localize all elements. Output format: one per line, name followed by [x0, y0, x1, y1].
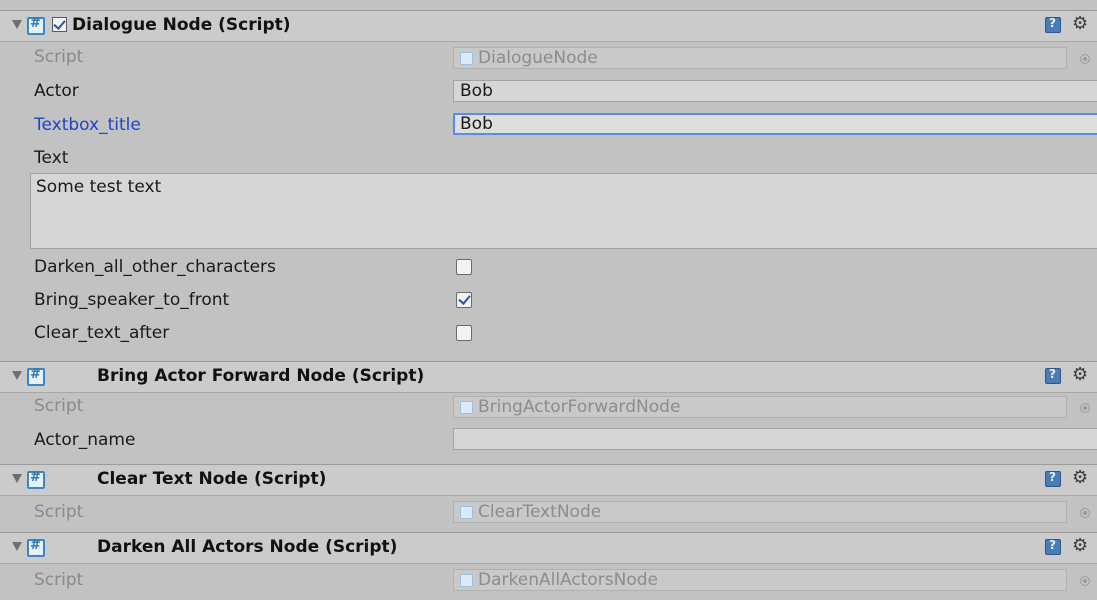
actor-name-label: Actor_name: [34, 430, 136, 450]
bring-speaker-to-front-label: Bring_speaker_to_front: [34, 290, 230, 310]
actor-name-input[interactable]: [453, 428, 1097, 450]
clear-text-after-label: Clear_text_after: [34, 323, 170, 343]
text-label: Text: [34, 148, 69, 168]
checkmark-icon: [53, 17, 66, 30]
actor-label: Actor: [34, 81, 79, 101]
foldout-arrow-icon[interactable]: [12, 542, 22, 551]
component-header-bring-actor-forward-node[interactable]: Bring Actor Forward Node (Script) ⚙: [0, 361, 1097, 393]
object-picker-icon[interactable]: [1080, 576, 1090, 586]
help-book-icon[interactable]: [1045, 538, 1061, 555]
script-object-field[interactable]: ClearTextNode: [453, 501, 1067, 523]
script-object-value: DialogueNode: [478, 48, 598, 68]
script-file-icon: [460, 506, 473, 519]
object-picker-icon[interactable]: [1080, 403, 1090, 413]
foldout-arrow-icon[interactable]: [12, 20, 22, 29]
component-title: Bring Actor Forward Node (Script): [97, 366, 425, 386]
component-enabled-checkbox[interactable]: [52, 17, 67, 32]
checkmark-icon: [458, 292, 471, 305]
script-file-icon: [460, 574, 473, 587]
help-book-icon[interactable]: [1045, 16, 1061, 33]
component-title: Dialogue Node (Script): [72, 15, 291, 35]
object-picker-icon[interactable]: [1080, 508, 1090, 518]
component-header-darken-all-actors-node[interactable]: Darken All Actors Node (Script) ⚙: [0, 532, 1097, 564]
script-label: Script: [34, 502, 84, 522]
darken-all-other-characters-label: Darken_all_other_characters: [34, 257, 276, 277]
foldout-arrow-icon[interactable]: [12, 474, 22, 483]
script-file-icon: [460, 52, 473, 65]
help-book-icon[interactable]: [1045, 470, 1061, 487]
csharp-script-icon: [27, 367, 45, 386]
script-object-value: ClearTextNode: [478, 502, 602, 522]
actor-input[interactable]: Bob: [453, 80, 1097, 102]
bring-speaker-to-front-checkbox[interactable]: [456, 292, 472, 308]
csharp-script-icon: [27, 470, 45, 489]
gear-icon[interactable]: ⚙: [1072, 467, 1088, 488]
gear-icon[interactable]: ⚙: [1072, 364, 1088, 385]
clear-text-after-checkbox[interactable]: [456, 325, 472, 341]
script-object-value: DarkenAllActorsNode: [478, 570, 659, 590]
component-title: Darken All Actors Node (Script): [97, 537, 398, 557]
script-object-field[interactable]: DarkenAllActorsNode: [453, 569, 1067, 591]
component-header-clear-text-node[interactable]: Clear Text Node (Script) ⚙: [0, 464, 1097, 496]
script-label: Script: [34, 396, 84, 416]
script-object-value: BringActorForwardNode: [478, 397, 681, 417]
script-object-field[interactable]: BringActorForwardNode: [453, 396, 1067, 418]
help-book-icon[interactable]: [1045, 367, 1061, 384]
text-area[interactable]: Some test text: [30, 173, 1097, 249]
csharp-script-icon: [27, 16, 45, 35]
component-title: Clear Text Node (Script): [97, 469, 327, 489]
script-label: Script: [34, 47, 84, 67]
textbox-title-label: Textbox_title: [34, 115, 141, 135]
gear-icon[interactable]: ⚙: [1072, 13, 1088, 34]
csharp-script-icon: [27, 538, 45, 557]
script-object-field[interactable]: DialogueNode: [453, 47, 1067, 69]
foldout-arrow-icon[interactable]: [12, 371, 22, 380]
script-file-icon: [460, 401, 473, 414]
textbox-title-input[interactable]: Bob: [453, 113, 1097, 135]
gear-icon[interactable]: ⚙: [1072, 535, 1088, 556]
component-header-dialogue-node[interactable]: Dialogue Node (Script) ⚙: [0, 10, 1097, 42]
darken-all-other-characters-checkbox[interactable]: [456, 259, 472, 275]
object-picker-icon[interactable]: [1080, 54, 1090, 64]
script-label: Script: [34, 570, 84, 590]
